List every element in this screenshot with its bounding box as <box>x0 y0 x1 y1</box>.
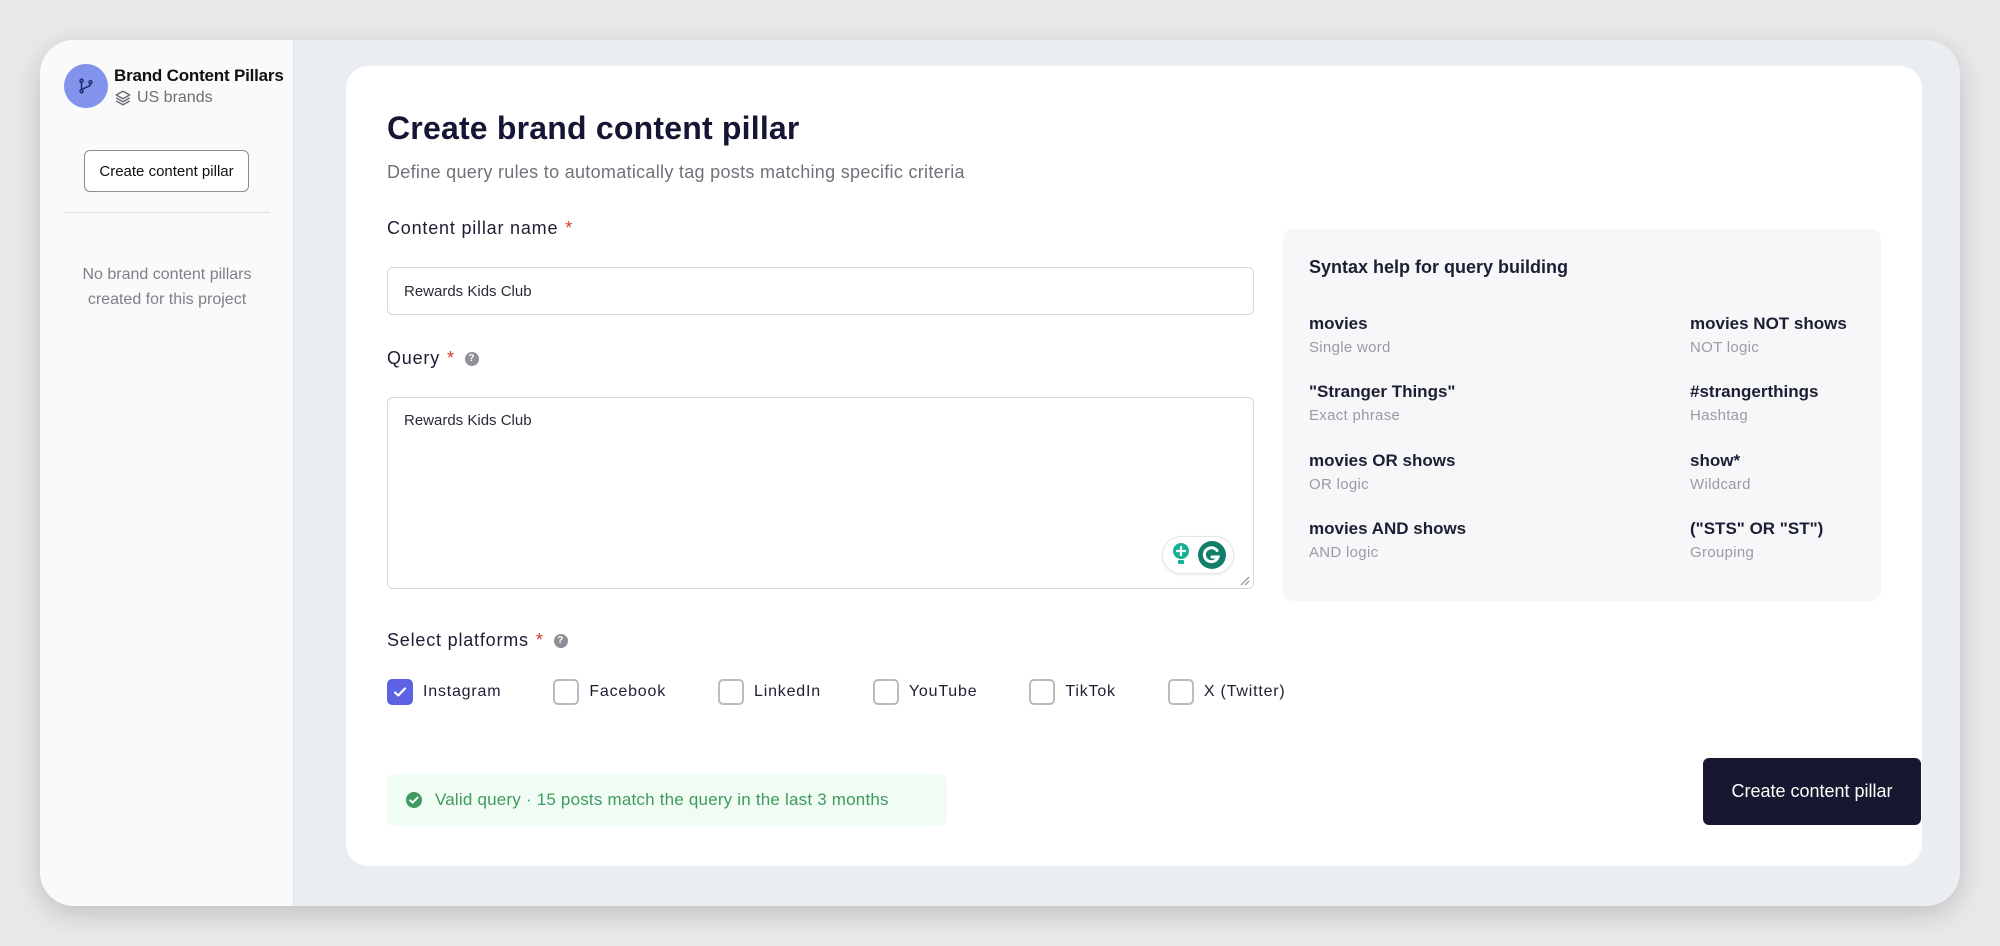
project-title: Brand Content Pillars <box>114 65 284 85</box>
sidebar-divider <box>64 212 270 213</box>
checkbox-checked[interactable] <box>387 679 413 705</box>
syntax-item: show* Wildcard <box>1690 451 1751 493</box>
pillar-name-input[interactable] <box>387 267 1254 315</box>
syntax-help-panel: Syntax help for query building movies Si… <box>1283 229 1881 601</box>
query-status-banner: Valid query · 15 posts match the query i… <box>387 774 947 826</box>
platform-tiktok[interactable]: TikTok <box>1029 679 1115 705</box>
layers-icon <box>115 90 131 105</box>
checkbox[interactable] <box>1029 679 1056 705</box>
syntax-item: movies Single word <box>1309 314 1391 356</box>
required-marker: * <box>535 630 544 650</box>
platform-checkbox-group: Instagram Facebook LinkedIn YouTube TikT… <box>387 679 1286 705</box>
sidebar: Brand Content Pillars US brands Create c… <box>40 40 294 906</box>
check-circle-icon <box>406 792 422 808</box>
platform-youtube[interactable]: YouTube <box>872 679 977 705</box>
question-icon[interactable]: ? <box>464 351 479 366</box>
project-subtitle: US brands <box>137 88 213 106</box>
query-textarea[interactable]: Rewards Kids Club <box>387 397 1254 589</box>
checkbox[interactable] <box>553 679 580 705</box>
git-branch-icon <box>64 64 108 108</box>
query-status-text: Valid query · 15 posts match the query i… <box>435 790 889 809</box>
create-pillar-card: Create brand content pillar Define query… <box>346 66 1922 866</box>
project-header[interactable]: Brand Content Pillars US brands <box>64 64 284 108</box>
lightbulb-plus-icon[interactable] <box>1170 542 1192 568</box>
app-window: Brand Content Pillars US brands Create c… <box>40 40 1960 906</box>
pillar-name-label: Content pillar name * <box>387 218 574 238</box>
platform-linkedin[interactable]: LinkedIn <box>718 679 821 705</box>
syntax-item: #strangerthings Hashtag <box>1690 382 1819 424</box>
syntax-item: movies AND shows AND logic <box>1309 519 1467 561</box>
question-icon[interactable]: ? <box>553 633 568 648</box>
platforms-label: Select platforms * ? <box>387 630 568 651</box>
sidebar-empty-message: No brand content pillars created for thi… <box>82 266 252 308</box>
checkbox[interactable] <box>872 679 899 705</box>
platform-facebook[interactable]: Facebook <box>553 679 666 705</box>
syntax-item: "Stranger Things" Exact phrase <box>1309 382 1456 424</box>
check-icon <box>393 687 407 697</box>
required-marker: * <box>447 348 455 368</box>
sidebar-create-pillar-button[interactable]: Create content pillar <box>84 150 249 192</box>
syntax-item: ("STS" OR "ST") Grouping <box>1690 519 1824 561</box>
grammarly-icon[interactable] <box>1197 540 1227 570</box>
page-subtitle: Define query rules to automatically tag … <box>387 162 965 182</box>
syntax-help-title: Syntax help for query building <box>1309 257 1569 277</box>
checkbox[interactable] <box>718 679 745 705</box>
platform-instagram[interactable]: Instagram <box>387 679 501 705</box>
syntax-item: movies NOT shows NOT logic <box>1690 314 1847 356</box>
syntax-item: movies OR shows OR logic <box>1309 451 1456 493</box>
required-marker: * <box>565 218 574 238</box>
query-label: Query * ? <box>387 348 479 369</box>
page-title: Create brand content pillar <box>387 110 800 146</box>
create-content-pillar-button[interactable]: Create content pillar <box>1703 758 1921 825</box>
grammarly-widget[interactable] <box>1162 536 1234 574</box>
checkbox[interactable] <box>1167 679 1194 705</box>
resize-handle-icon[interactable] <box>1238 574 1250 586</box>
platform-x-twitter[interactable]: X (Twitter) <box>1167 679 1286 705</box>
